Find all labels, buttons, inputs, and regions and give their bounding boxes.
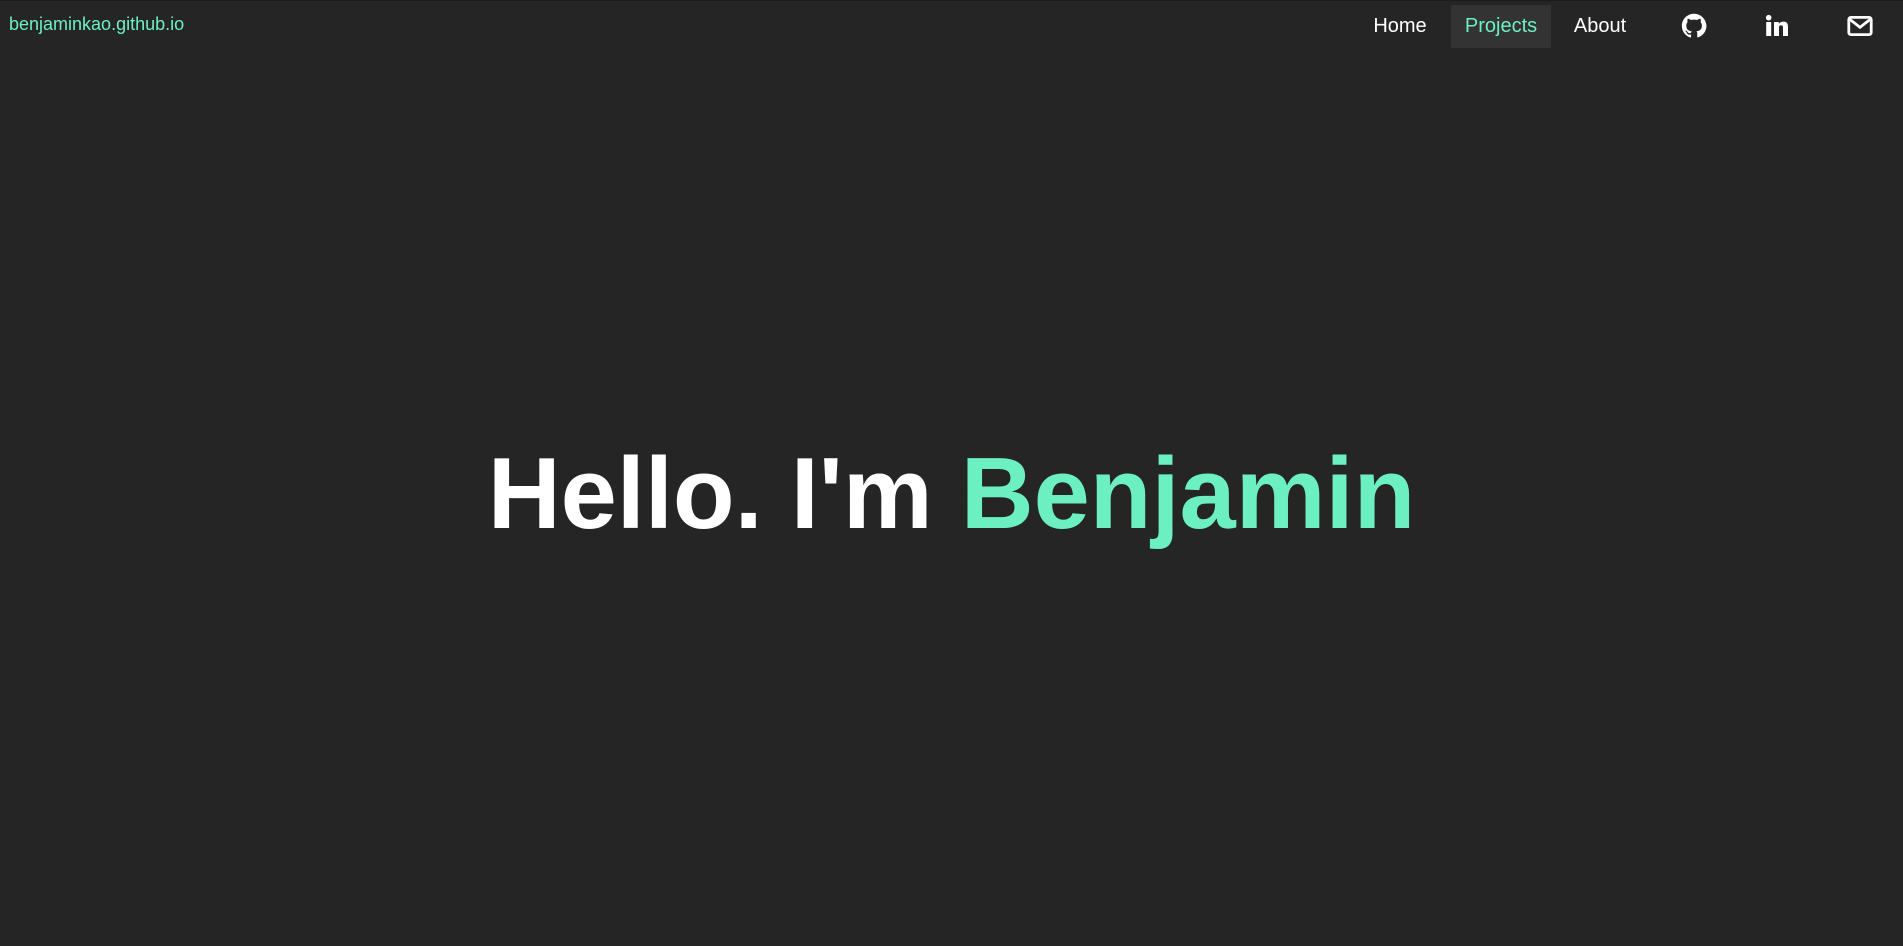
hero-name: Benjamin bbox=[960, 437, 1416, 550]
page: benjaminkao.github.io Home Projects Abou… bbox=[0, 0, 1903, 946]
top-navigation-bar: benjaminkao.github.io Home Projects Abou… bbox=[0, 0, 1903, 48]
site-brand-link[interactable]: benjaminkao.github.io bbox=[9, 14, 184, 34]
mail-link[interactable] bbox=[1845, 11, 1875, 41]
linkedin-icon bbox=[1765, 14, 1788, 36]
nav-projects-link[interactable]: Projects bbox=[1451, 5, 1551, 48]
github-icon bbox=[1681, 13, 1707, 38]
hero-heading: Hello. I'm Benjamin bbox=[0, 436, 1903, 552]
hero-greeting: Hello. I'm bbox=[487, 437, 933, 550]
nav-home-link[interactable]: Home bbox=[1357, 5, 1443, 48]
mail-icon bbox=[1847, 16, 1873, 37]
nav-about-link[interactable]: About bbox=[1563, 5, 1637, 48]
linkedin-link[interactable] bbox=[1762, 11, 1792, 41]
github-link[interactable] bbox=[1679, 11, 1709, 41]
